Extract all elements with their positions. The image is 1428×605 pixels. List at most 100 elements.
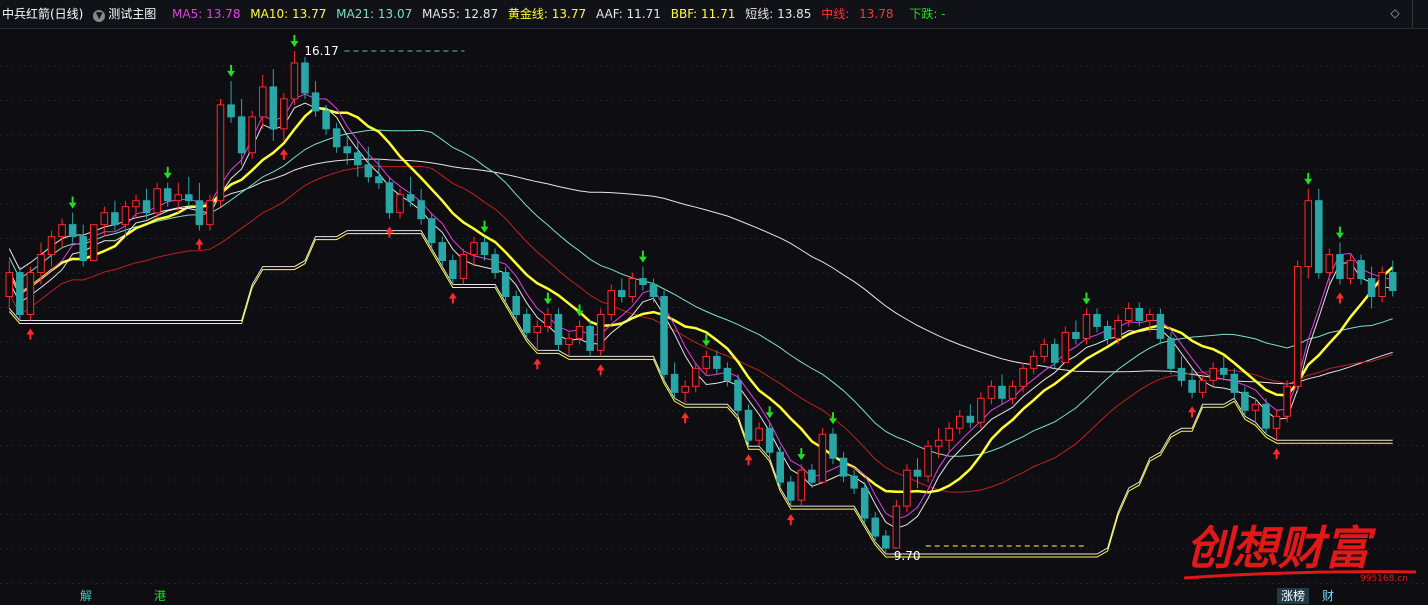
- candle-body: [1367, 278, 1376, 298]
- candle-body: [639, 278, 647, 286]
- footer-left-2[interactable]: 港: [154, 588, 166, 604]
- candle-body: [163, 188, 172, 202]
- candle-body: [1135, 307, 1144, 321]
- candle-body: [1114, 319, 1122, 339]
- candle-body: [786, 481, 795, 501]
- candle-body: [871, 517, 880, 537]
- candle-body: [248, 116, 256, 154]
- candle-body: [892, 505, 901, 549]
- candle-body: [449, 260, 457, 280]
- candlestick-chart: 16.17 9.70: [0, 0, 1428, 605]
- candle-body: [808, 469, 816, 483]
- candle-body: [142, 200, 151, 214]
- footer-left-1[interactable]: 解: [80, 588, 92, 604]
- candle-body: [301, 62, 309, 94]
- candle-body: [691, 367, 700, 387]
- candle-body: [438, 242, 447, 262]
- candle-body: [744, 409, 753, 441]
- candle-body: [1146, 313, 1154, 321]
- candle-body: [818, 433, 827, 483]
- candle-body: [1177, 367, 1186, 381]
- candle-body: [1219, 367, 1228, 375]
- candle-body: [322, 110, 330, 130]
- candle-body: [5, 272, 14, 298]
- candle-body: [1198, 379, 1207, 393]
- candle-body: [713, 355, 721, 369]
- candle-body: [1040, 343, 1048, 357]
- candle-body: [596, 313, 605, 351]
- candle-body: [1304, 200, 1313, 268]
- candle-body: [649, 284, 658, 298]
- candle-body: [1029, 355, 1038, 369]
- candle-body: [512, 296, 520, 315]
- template-dropdown[interactable]: ▼ 测试主图: [93, 7, 162, 22]
- candle-body: [1262, 403, 1270, 429]
- candle-body: [195, 200, 204, 226]
- candle-body: [37, 254, 45, 274]
- candle-body: [797, 469, 806, 501]
- candle-body: [16, 272, 24, 315]
- candle-body: [1156, 313, 1165, 339]
- low-price-label: 9.70: [894, 549, 921, 563]
- candle-body: [47, 236, 56, 256]
- candle-body: [618, 290, 626, 298]
- candle-body: [565, 337, 573, 345]
- candle-body: [1283, 385, 1291, 417]
- candle-body: [554, 313, 563, 345]
- candle-body: [375, 176, 383, 184]
- candle-body: [427, 218, 436, 244]
- gold-line-value: 黄金线: 13.77: [507, 7, 587, 21]
- candle-body: [702, 355, 711, 369]
- candle-body: [987, 385, 996, 399]
- candle-body: [343, 146, 351, 154]
- candle-body: [966, 415, 975, 423]
- candle-body: [258, 86, 267, 118]
- candle-body: [290, 62, 299, 100]
- indicator-header: 中兵红箭(日线) ▼ 测试主图 MA5: 13.78 MA10: 13.77 MA…: [0, 0, 1428, 29]
- candle-body: [882, 535, 890, 549]
- mid-line-number: 13.78: [859, 7, 894, 21]
- candle-body: [26, 272, 35, 315]
- scroll-marker-icon: [1412, 0, 1428, 28]
- candle-body: [607, 290, 616, 315]
- candle-body: [533, 325, 542, 333]
- template-label: 测试主图: [108, 7, 157, 21]
- candle-body: [522, 313, 531, 333]
- candle-body: [480, 242, 489, 256]
- candle-body: [1346, 260, 1355, 280]
- ma55-value: MA55: 12.87: [422, 7, 499, 21]
- candle-body: [1167, 337, 1175, 369]
- diamond-icon[interactable]: ◇: [1388, 6, 1402, 20]
- candle-body: [860, 487, 869, 519]
- candle-body: [68, 224, 77, 238]
- candle-body: [206, 200, 214, 226]
- candle-body: [406, 194, 415, 202]
- candle-body: [1293, 266, 1302, 387]
- candle-body: [586, 325, 594, 351]
- high-price-label: 16.17: [304, 44, 338, 58]
- candle-body: [1061, 331, 1070, 363]
- candle-body: [58, 224, 66, 238]
- candle-body: [998, 385, 1006, 399]
- candle-body: [660, 296, 668, 375]
- chevron-down-icon: ▼: [93, 10, 106, 22]
- candle-body: [839, 457, 848, 477]
- candle-body: [734, 379, 742, 411]
- fall-value: 下跌: -: [909, 7, 946, 21]
- candle-body: [385, 182, 394, 214]
- candle-body: [755, 427, 763, 441]
- candle-body: [396, 194, 404, 214]
- candle-body: [185, 194, 193, 202]
- candle-body: [501, 272, 510, 298]
- candle-body: [723, 367, 732, 381]
- candle-body: [1336, 254, 1344, 280]
- candle-body: [934, 439, 943, 447]
- candle-body: [121, 206, 130, 226]
- candle-body: [269, 86, 278, 130]
- stock-title[interactable]: 中兵红箭(日线): [2, 7, 83, 21]
- candle-body: [1272, 415, 1281, 429]
- ma5-value: MA5: 13.78: [172, 7, 241, 21]
- candle-body: [417, 200, 425, 220]
- candle-body: [227, 104, 235, 118]
- candle-body: [765, 427, 774, 453]
